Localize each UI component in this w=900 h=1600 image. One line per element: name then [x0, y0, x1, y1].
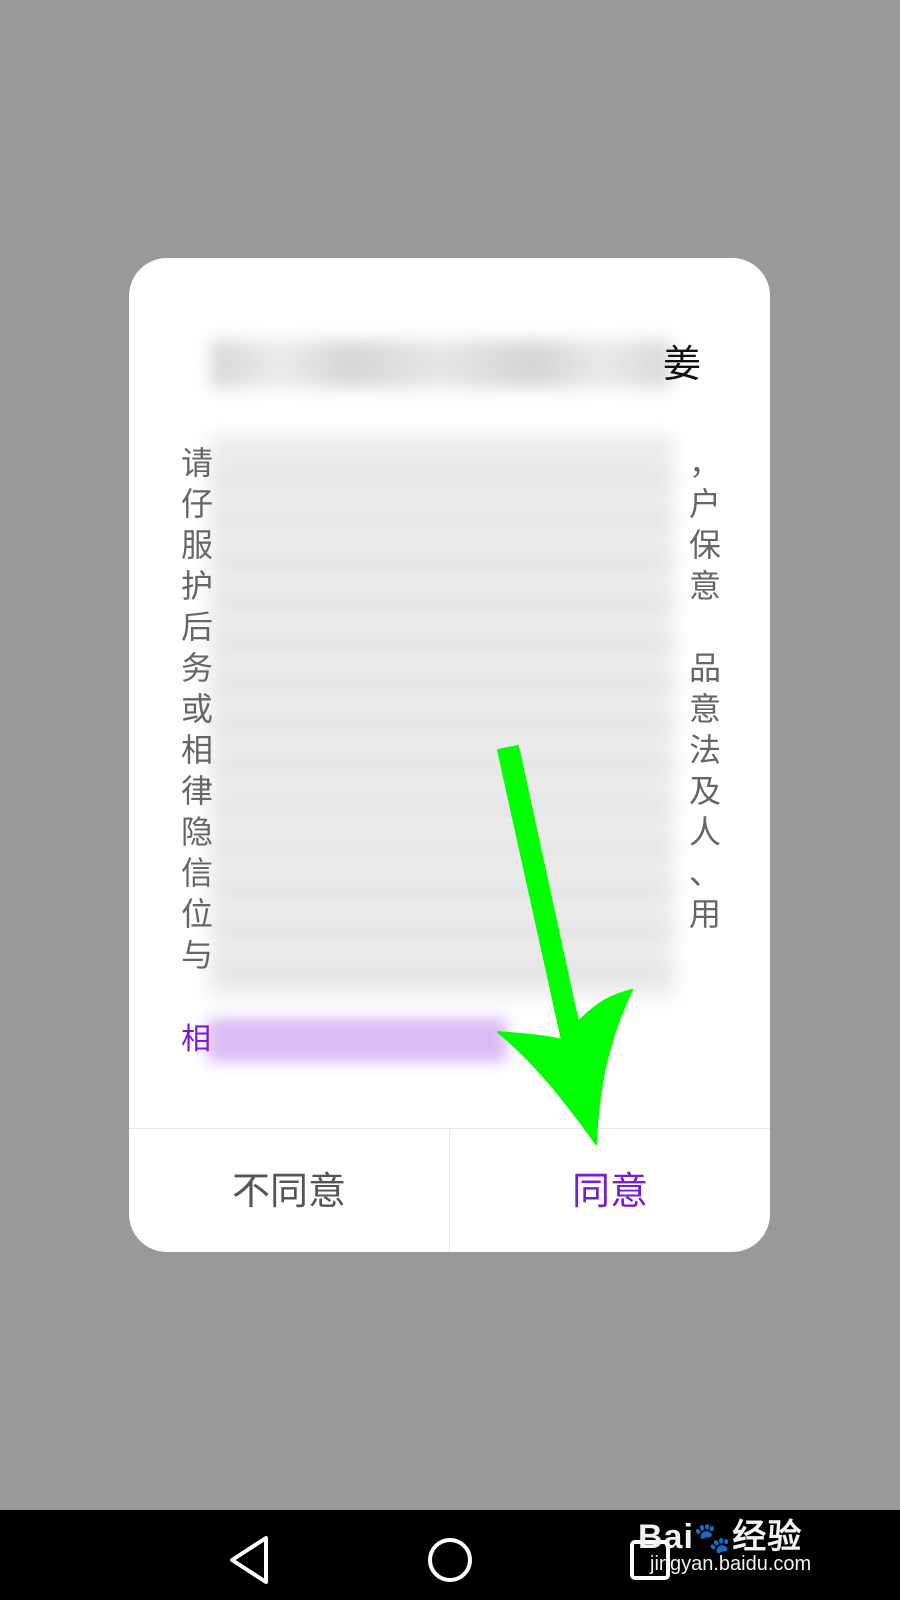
body-line: 位用 [181, 894, 721, 935]
body-line-lead: 护 [181, 567, 214, 605]
dialog-body: 请，仔户服保护意后务品或意相法律及隐人信、位用与 [181, 443, 721, 983]
body-line: 律及 [181, 771, 721, 812]
agree-button[interactable]: 同意 [450, 1129, 770, 1252]
policy-link-lead: 相 [181, 1022, 211, 1057]
body-line-trail: 户 [688, 485, 721, 523]
body-line: 后 [181, 607, 721, 648]
body-line-lead: 与 [181, 936, 214, 974]
paw-icon: 🐾 [693, 1522, 733, 1555]
baidu-jingyan-watermark: Bai🐾经验 jingyan.baidu.com [638, 1505, 858, 1585]
body-line-lead: 后 [181, 608, 214, 646]
body-line: 服保 [181, 525, 721, 566]
body-line-lead: 律 [181, 772, 214, 810]
policy-link[interactable]: 相 [181, 1020, 211, 1060]
body-line: 仔户 [181, 484, 721, 525]
watermark-url: jingyan.baidu.com [650, 1553, 812, 1575]
dialog-title-tail: 姜 [663, 342, 702, 386]
body-line-lead: 或 [181, 690, 214, 728]
body-line-lead: 位 [181, 895, 214, 933]
body-line-lead: 相 [181, 731, 214, 769]
body-line-trail: 意 [688, 690, 721, 728]
body-line-trail: 意 [688, 567, 721, 605]
body-line: 与 [181, 935, 721, 976]
body-line-lead: 仔 [181, 485, 214, 523]
disagree-button[interactable]: 不同意 [129, 1129, 450, 1252]
dialog-button-row: 不同意 同意 [129, 1128, 770, 1252]
body-line-lead: 信 [181, 854, 214, 892]
body-line-lead: 隐 [181, 813, 214, 851]
body-line-trail: ， [688, 444, 721, 482]
circle-home-icon[interactable] [420, 1530, 480, 1590]
body-line: 护意 [181, 566, 721, 607]
body-line-trail: 及 [688, 772, 721, 810]
body-line-lead: 请 [181, 444, 214, 482]
privacy-dialog: 姜 请，仔户服保护意后务品或意相法律及隐人信、位用与 相 不同意 同意 [129, 258, 770, 1252]
blurred-title [211, 340, 671, 388]
body-line-lead: 服 [181, 526, 214, 564]
body-line: 信、 [181, 853, 721, 894]
body-line-trail: 保 [688, 526, 721, 564]
body-line-trail: 品 [688, 649, 721, 687]
body-line-trail: 法 [688, 731, 721, 769]
body-line: 或意 [181, 689, 721, 730]
body-line: 相法 [181, 730, 721, 771]
body-line-trail: 人 [688, 813, 721, 851]
triangle-back-icon[interactable] [220, 1530, 280, 1590]
body-line: 务品 [181, 648, 721, 689]
body-line-lead: 务 [181, 649, 214, 687]
body-line: 隐人 [181, 812, 721, 853]
watermark-brand: Bai🐾经验 [638, 1518, 803, 1556]
blurred-link [207, 1018, 507, 1062]
body-line-trail: 、 [688, 854, 721, 892]
body-line: 请， [181, 443, 721, 484]
body-line-trail: 用 [688, 895, 721, 933]
